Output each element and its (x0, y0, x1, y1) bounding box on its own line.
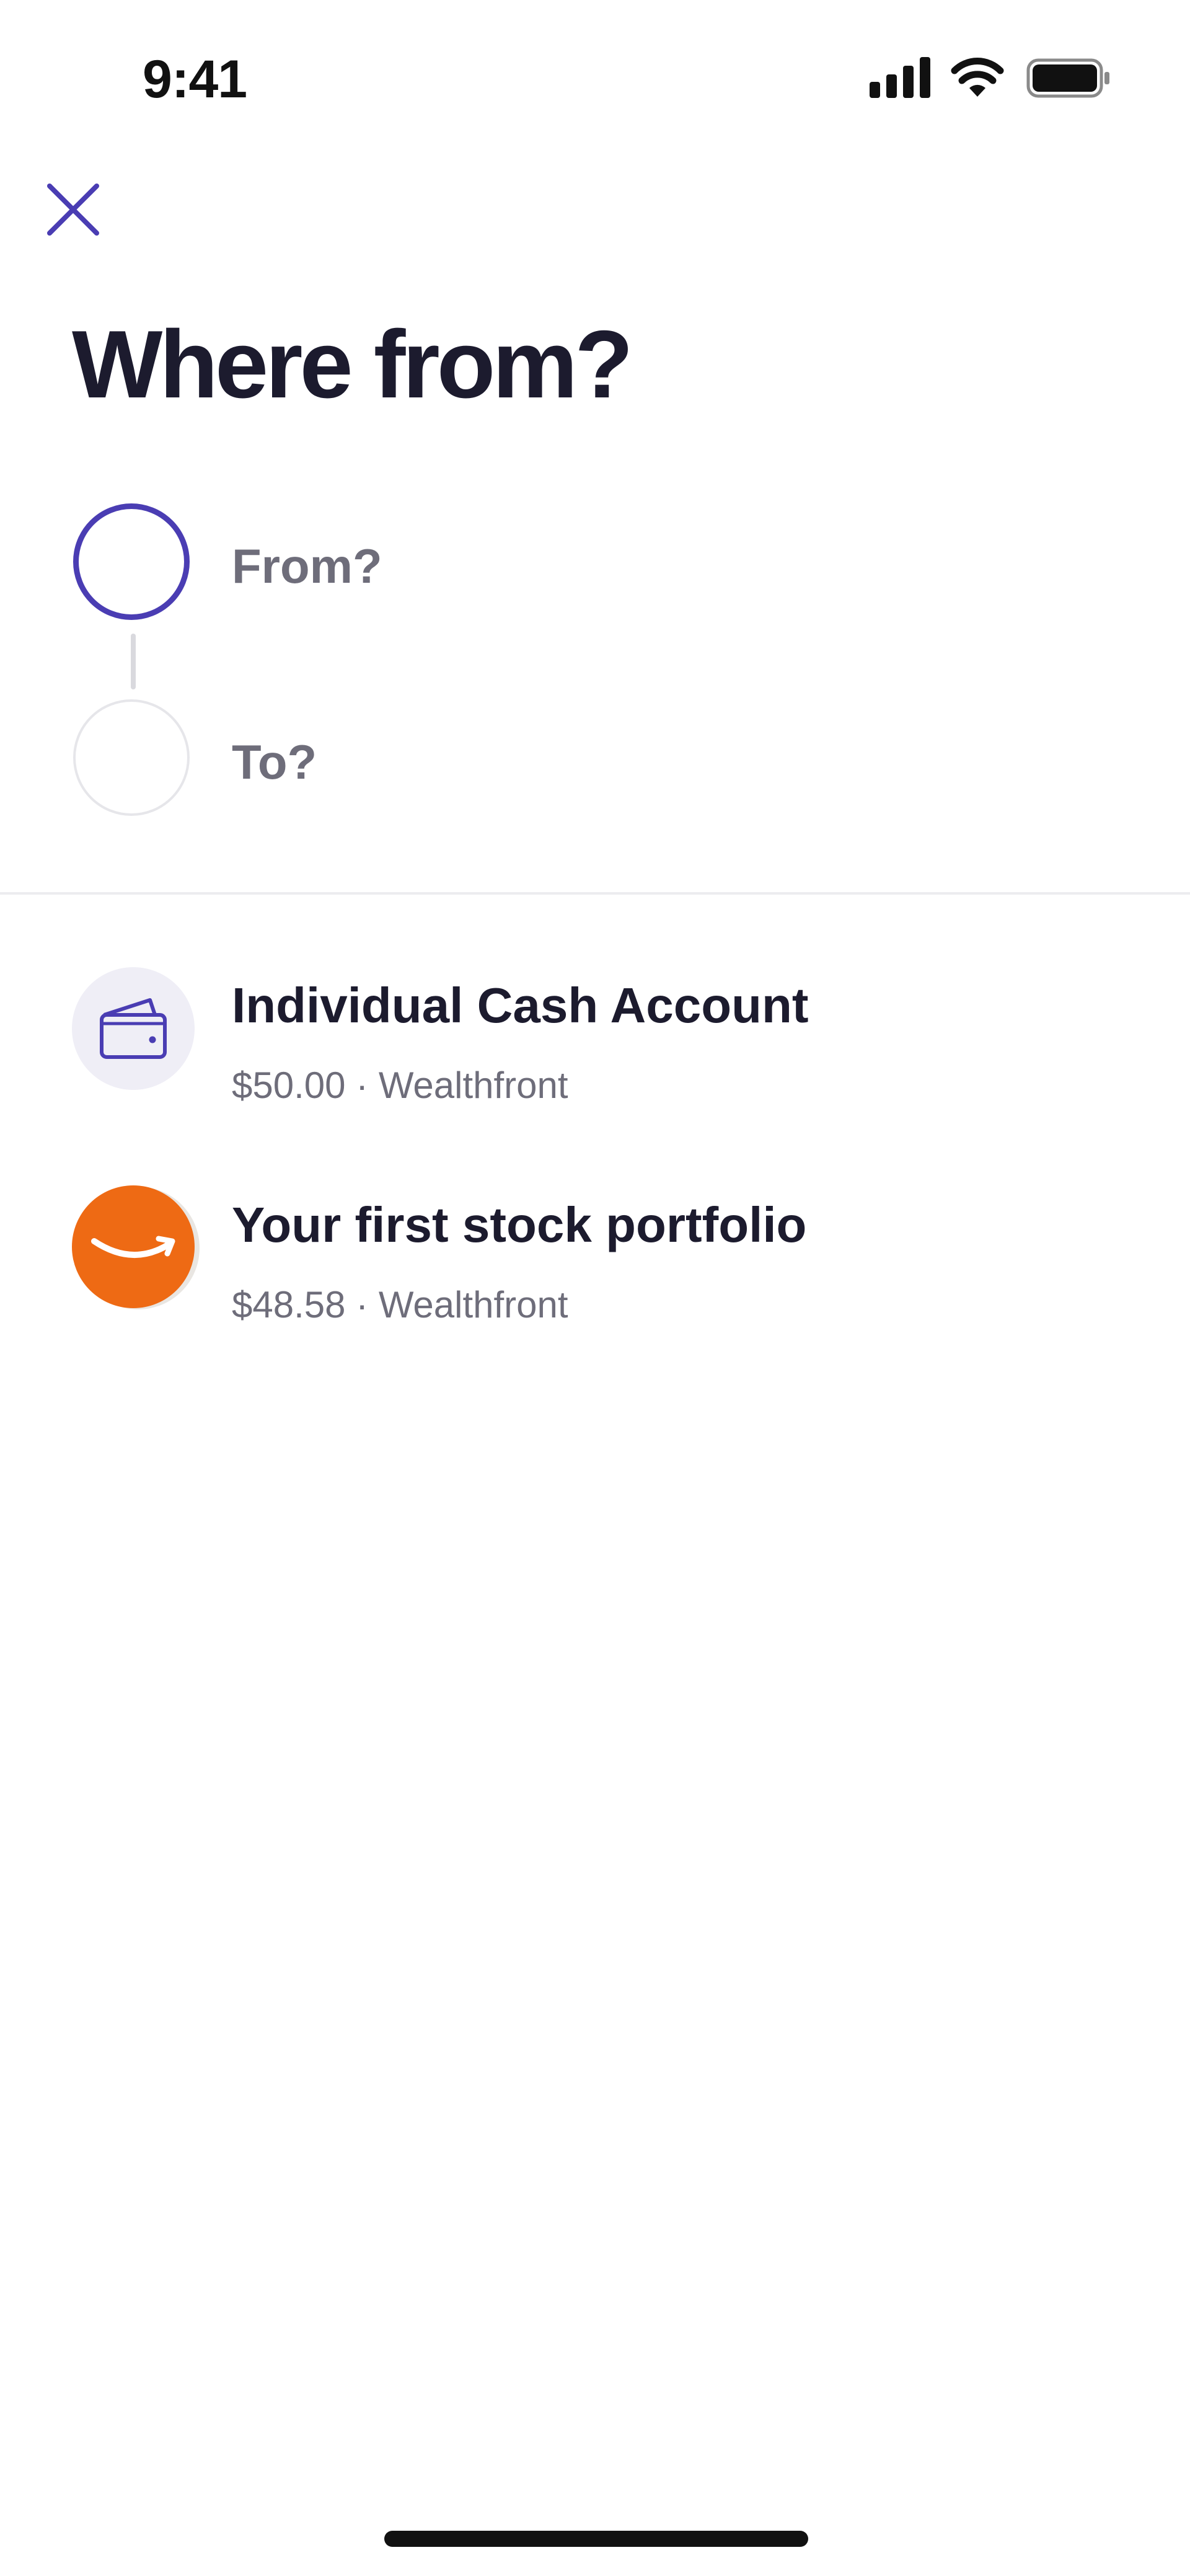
account-subtitle: $48.58 · Wealthfront (232, 1284, 568, 1326)
account-subtitle: $50.00 · Wealthfront (232, 1064, 568, 1106)
amazon-logo-icon (91, 1236, 175, 1258)
section-divider (0, 892, 1190, 895)
wallet-icon (100, 998, 167, 1059)
to-step-label[interactable]: To? (232, 734, 317, 790)
home-indicator[interactable] (384, 2531, 808, 2547)
account-name: Individual Cash Account (232, 978, 809, 1033)
step-connector (131, 634, 136, 689)
to-step-circle[interactable] (73, 699, 190, 816)
page-title: Where from? (72, 311, 633, 418)
account-name: Your first stock portfolio (232, 1197, 807, 1252)
wifi-icon (950, 55, 1005, 98)
status-time: 9:41 (143, 50, 247, 109)
account-avatar (72, 1185, 195, 1308)
battery-icon (1026, 58, 1111, 98)
from-step-label[interactable]: From? (232, 538, 382, 594)
account-avatar (72, 967, 195, 1090)
from-step-circle[interactable] (73, 503, 190, 620)
signal-icon (870, 57, 932, 98)
close-icon (47, 184, 99, 236)
close-button[interactable] (43, 180, 103, 239)
